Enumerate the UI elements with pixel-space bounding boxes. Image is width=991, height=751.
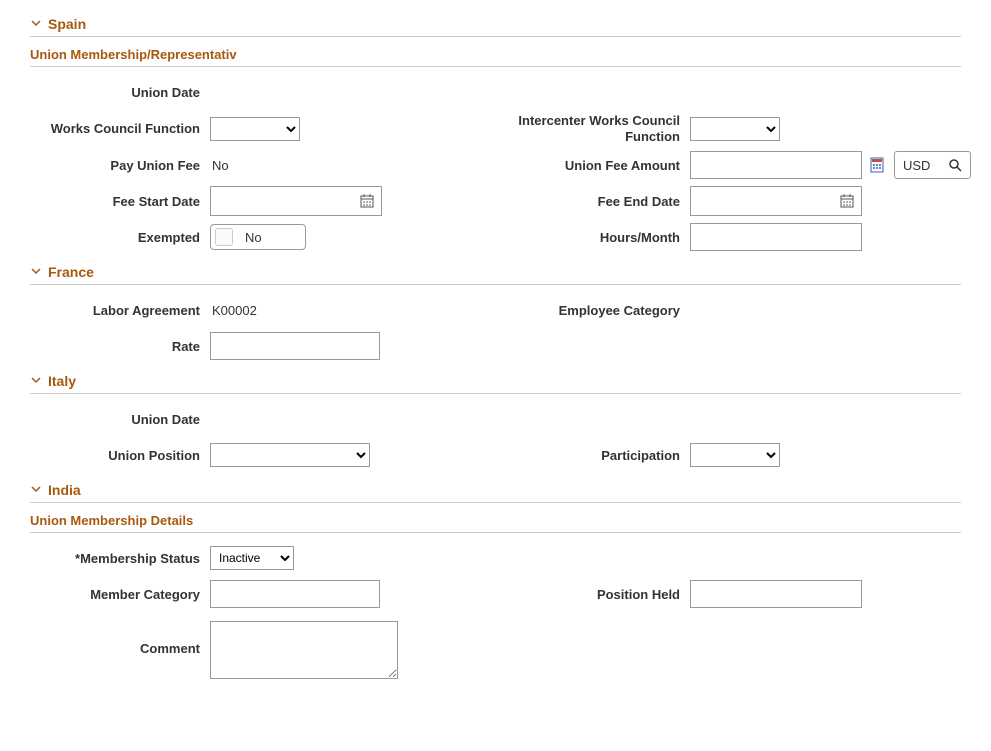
chevron-down-icon xyxy=(30,373,42,389)
membership-status-select[interactable]: Inactive xyxy=(210,546,294,570)
search-icon xyxy=(948,158,962,172)
section-india-header[interactable]: India xyxy=(30,476,961,503)
section-spain-title: Spain xyxy=(48,16,86,32)
label-fee-end: Fee End Date xyxy=(510,194,690,209)
calculator-icon[interactable] xyxy=(870,157,886,173)
section-italy-title: Italy xyxy=(48,373,76,389)
label-pay-union-fee: Pay Union Fee xyxy=(30,158,210,173)
label-comment: Comment xyxy=(30,621,210,656)
label-union-position: Union Position xyxy=(30,448,210,463)
label-rate: Rate xyxy=(30,339,210,354)
member-category-input[interactable] xyxy=(210,580,380,608)
label-works-council: Works Council Function xyxy=(30,121,210,137)
label-participation: Participation xyxy=(510,448,690,463)
section-india-title: India xyxy=(48,482,81,498)
union-position-select[interactable] xyxy=(210,443,370,467)
section-spain-header[interactable]: Spain xyxy=(30,10,961,37)
intercenter-select[interactable] xyxy=(690,117,780,141)
spain-subheader: Union Membership/Representativ xyxy=(30,37,961,67)
hours-month-input[interactable] xyxy=(690,223,862,251)
india-subheader: Union Membership Details xyxy=(30,503,961,533)
chevron-down-icon xyxy=(30,482,42,498)
currency-lookup[interactable]: USD xyxy=(894,151,971,179)
comment-textarea[interactable] xyxy=(210,621,398,679)
works-council-select[interactable] xyxy=(210,117,300,141)
label-hours-month: Hours/Month xyxy=(510,230,690,245)
fee-end-date-field[interactable] xyxy=(690,186,862,216)
currency-value: USD xyxy=(903,158,930,173)
label-membership-status: *Membership Status xyxy=(30,551,210,566)
label-employee-category: Employee Category xyxy=(510,303,690,318)
chevron-down-icon xyxy=(30,16,42,32)
section-france-title: France xyxy=(48,264,94,280)
section-france-header[interactable]: France xyxy=(30,258,961,285)
participation-select[interactable] xyxy=(690,443,780,467)
toggle-handle xyxy=(215,228,233,246)
position-held-input[interactable] xyxy=(690,580,862,608)
label-member-category: Member Category xyxy=(30,587,210,602)
label-union-fee-amount: Union Fee Amount xyxy=(510,158,690,173)
label-exempted: Exempted xyxy=(30,230,210,245)
section-italy-header[interactable]: Italy xyxy=(30,367,961,394)
fee-start-date-input[interactable] xyxy=(211,188,341,214)
fee-start-date-field[interactable] xyxy=(210,186,382,216)
label-intercenter: Intercenter Works Council Function xyxy=(510,113,690,144)
label-position-held: Position Held xyxy=(510,587,690,602)
exempted-value: No xyxy=(245,230,262,245)
label-fee-start: Fee Start Date xyxy=(30,194,210,209)
pay-union-fee-value: No xyxy=(210,158,229,173)
label-labor-agreement: Labor Agreement xyxy=(30,303,210,318)
label-union-date: Union Date xyxy=(30,85,210,100)
rate-input[interactable] xyxy=(210,332,380,360)
labor-agreement-value: K00002 xyxy=(210,303,257,318)
calendar-icon[interactable] xyxy=(359,193,375,209)
exempted-toggle[interactable]: No xyxy=(210,224,306,250)
union-fee-amount-input[interactable] xyxy=(690,151,862,179)
label-italy-union-date: Union Date xyxy=(30,412,210,427)
calendar-icon[interactable] xyxy=(839,193,855,209)
fee-end-date-input[interactable] xyxy=(691,188,821,214)
chevron-down-icon xyxy=(30,264,42,280)
